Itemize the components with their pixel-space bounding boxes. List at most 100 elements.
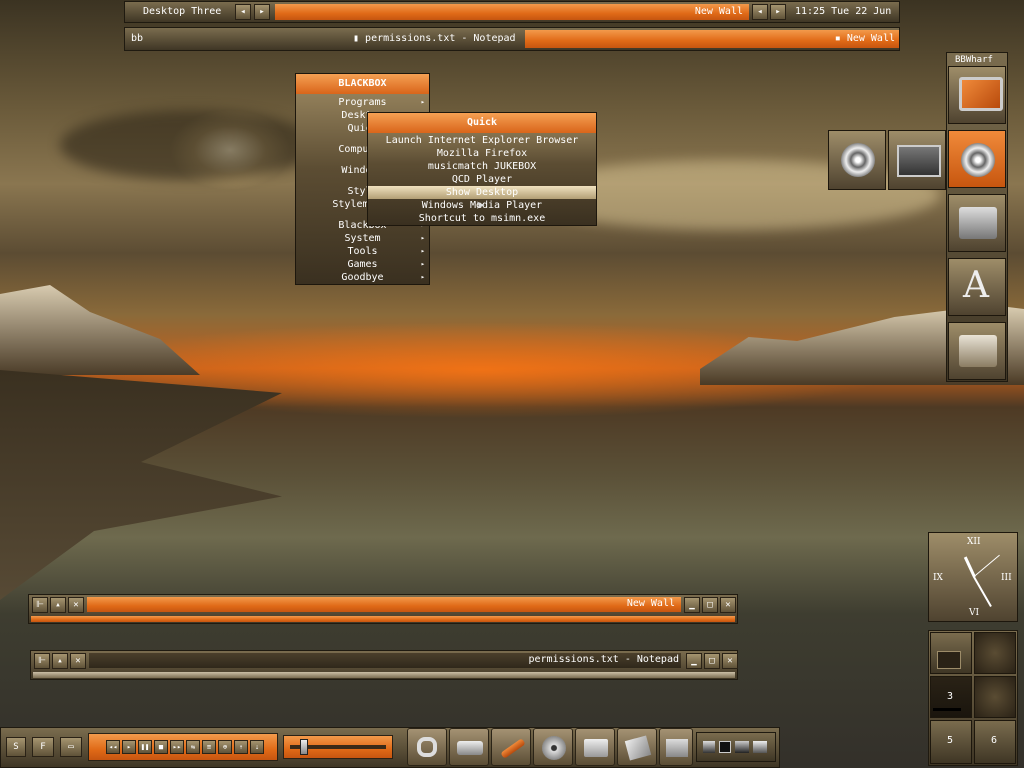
fonts-icon: A — [963, 265, 989, 306]
open-button[interactable]: ⊕ — [218, 740, 232, 754]
shore-left — [0, 370, 282, 600]
volume-handle[interactable] — [300, 739, 308, 755]
submenu-item-internet-explorer[interactable]: Launch Internet Explorer Browser — [368, 134, 596, 147]
menu-item-goodbye[interactable]: Goodbye ▸ — [296, 271, 429, 284]
window-shade-button[interactable]: ▴ — [52, 653, 68, 669]
window-new-wall: ⊩ ▴ ✕ New Wall ▁ □ ✕ — [28, 594, 738, 624]
documents-icon — [666, 739, 688, 757]
forward-button[interactable]: ▸▸ — [170, 740, 184, 754]
cloud — [60, 110, 320, 180]
new-wall-task[interactable]: ▪ New Wall — [525, 30, 899, 48]
window-menu-button[interactable]: ⊩ — [32, 597, 48, 613]
wharf-tile-trumpet[interactable] — [948, 322, 1006, 380]
wharf-extra-display[interactable] — [888, 130, 946, 190]
pager-desk-1[interactable] — [930, 632, 972, 674]
repeat-button[interactable]: ⇆ — [186, 740, 200, 754]
window-shade-button[interactable]: ▴ — [50, 597, 66, 613]
dock-links[interactable] — [407, 728, 447, 766]
window-title: New Wall — [626, 598, 675, 609]
tray-icon-2[interactable] — [719, 741, 731, 753]
submenu-item-jukebox[interactable]: musicmatch JUKEBOX — [368, 160, 596, 173]
workspace-next-button[interactable]: ▸ — [254, 4, 270, 20]
dock-documents[interactable] — [659, 728, 693, 766]
submenu-item-firefox[interactable]: Mozilla Firefox — [368, 147, 596, 160]
mountain-left — [0, 285, 200, 375]
window-titlebar[interactable]: New Wall — [87, 597, 681, 612]
clock-numeral-xii: XII — [967, 537, 981, 547]
workspace-prev-button[interactable]: ◂ — [235, 4, 251, 20]
notepad-task[interactable]: ▮ permissions.txt - Notepad — [353, 33, 516, 44]
menu-item-games[interactable]: Games ▸ — [296, 258, 429, 271]
rewind-button[interactable]: ◂◂ — [106, 740, 120, 754]
root-menu-title: BLACKBOX — [296, 74, 429, 94]
menu-item-system[interactable]: System ▸ — [296, 232, 429, 245]
wharf-extra-media[interactable] — [828, 130, 886, 190]
pause-button[interactable]: ❚❚ — [138, 740, 152, 754]
drive-icon — [457, 741, 483, 755]
dock-drive[interactable] — [449, 728, 489, 766]
down-button[interactable]: ⇣ — [250, 740, 264, 754]
wharf-tile-fonts[interactable]: A — [948, 258, 1006, 316]
wharf-tile-control-panel[interactable] — [948, 194, 1006, 252]
submenu-arrow-icon: ▸ — [420, 260, 425, 268]
image-icon: ▪ — [834, 33, 847, 44]
window-menu-button[interactable]: ⊩ — [34, 653, 50, 669]
window-label-area[interactable]: New Wall — [275, 4, 749, 20]
window-handle[interactable] — [33, 672, 735, 678]
window-toggle-button[interactable]: ▭ — [60, 737, 82, 757]
close-button[interactable]: ✕ — [720, 597, 736, 613]
window-titlebar[interactable]: permissions.txt - Notepad — [89, 653, 681, 668]
pager-desk-3[interactable]: 3 — [930, 676, 972, 718]
wharf-tile-media[interactable] — [948, 130, 1006, 188]
pager-desk-4[interactable] — [974, 676, 1016, 718]
submenu-arrow-icon: ▸ — [420, 273, 425, 281]
menu-item-programs[interactable]: Programs ▸ — [296, 96, 429, 109]
s-button[interactable]: S — [6, 737, 26, 757]
reel-icon — [542, 736, 566, 760]
close-button[interactable]: ✕ — [722, 653, 738, 669]
play-button[interactable]: ▸ — [122, 740, 136, 754]
clock-numeral-iii: III — [1001, 573, 1012, 583]
workspace-label[interactable]: Desktop Three — [143, 6, 221, 17]
dock-disk[interactable] — [617, 728, 657, 766]
iconbar: bb ▮ permissions.txt - Notepad ▪ New Wal… — [124, 27, 900, 51]
submenu-arrow-icon: ▸ — [420, 98, 425, 106]
maximize-button[interactable]: □ — [704, 653, 720, 669]
maximize-button[interactable]: □ — [702, 597, 718, 613]
up-button[interactable]: ⇡ — [234, 740, 248, 754]
clock-numeral-vi: VI — [969, 608, 980, 618]
minimize-button[interactable]: ▁ — [686, 653, 702, 669]
f-button[interactable]: F — [32, 737, 54, 757]
pager-desk-2[interactable] — [974, 632, 1016, 674]
minimize-button[interactable]: ▁ — [684, 597, 700, 613]
playlist-button[interactable]: ≡ — [202, 740, 216, 754]
tray-icon-1[interactable] — [703, 741, 715, 753]
tray-icon-3[interactable] — [735, 741, 749, 753]
window-prev-button[interactable]: ◂ — [752, 4, 768, 20]
stop-button[interactable]: ■ — [154, 740, 168, 754]
volume-slider[interactable] — [283, 735, 393, 759]
submenu-item-qcd-player[interactable]: QCD Player — [368, 173, 596, 186]
quick-submenu: Quick Launch Internet Explorer Browser M… — [367, 112, 597, 226]
media-player-icon — [841, 143, 875, 177]
tray-icon-4[interactable] — [753, 741, 767, 753]
clock-second-hand — [973, 554, 1000, 578]
pager-desk-5[interactable]: 5 — [930, 720, 972, 764]
window-stick-button[interactable]: ✕ — [70, 653, 86, 669]
dock-folder[interactable] — [575, 728, 615, 766]
clock-label[interactable]: 11:25 Tue 22 Jun — [795, 6, 891, 17]
pager-current-indicator — [933, 708, 961, 711]
clock-minute-hand — [973, 576, 992, 607]
system-tray — [696, 732, 776, 762]
window-stick-button[interactable]: ✕ — [68, 597, 84, 613]
pager-desk-6[interactable]: 6 — [974, 720, 1016, 764]
menu-item-tools[interactable]: Tools ▸ — [296, 245, 429, 258]
window-handle[interactable] — [31, 616, 735, 622]
dock-tools[interactable] — [491, 728, 531, 766]
window-title: New Wall — [694, 6, 743, 17]
dock-reel[interactable] — [533, 728, 573, 766]
trumpet-folder-icon — [959, 335, 997, 367]
pager-desk-label: 5 — [947, 735, 954, 746]
wharf-tile-monitor[interactable] — [948, 66, 1006, 124]
window-next-button[interactable]: ▸ — [770, 4, 786, 20]
